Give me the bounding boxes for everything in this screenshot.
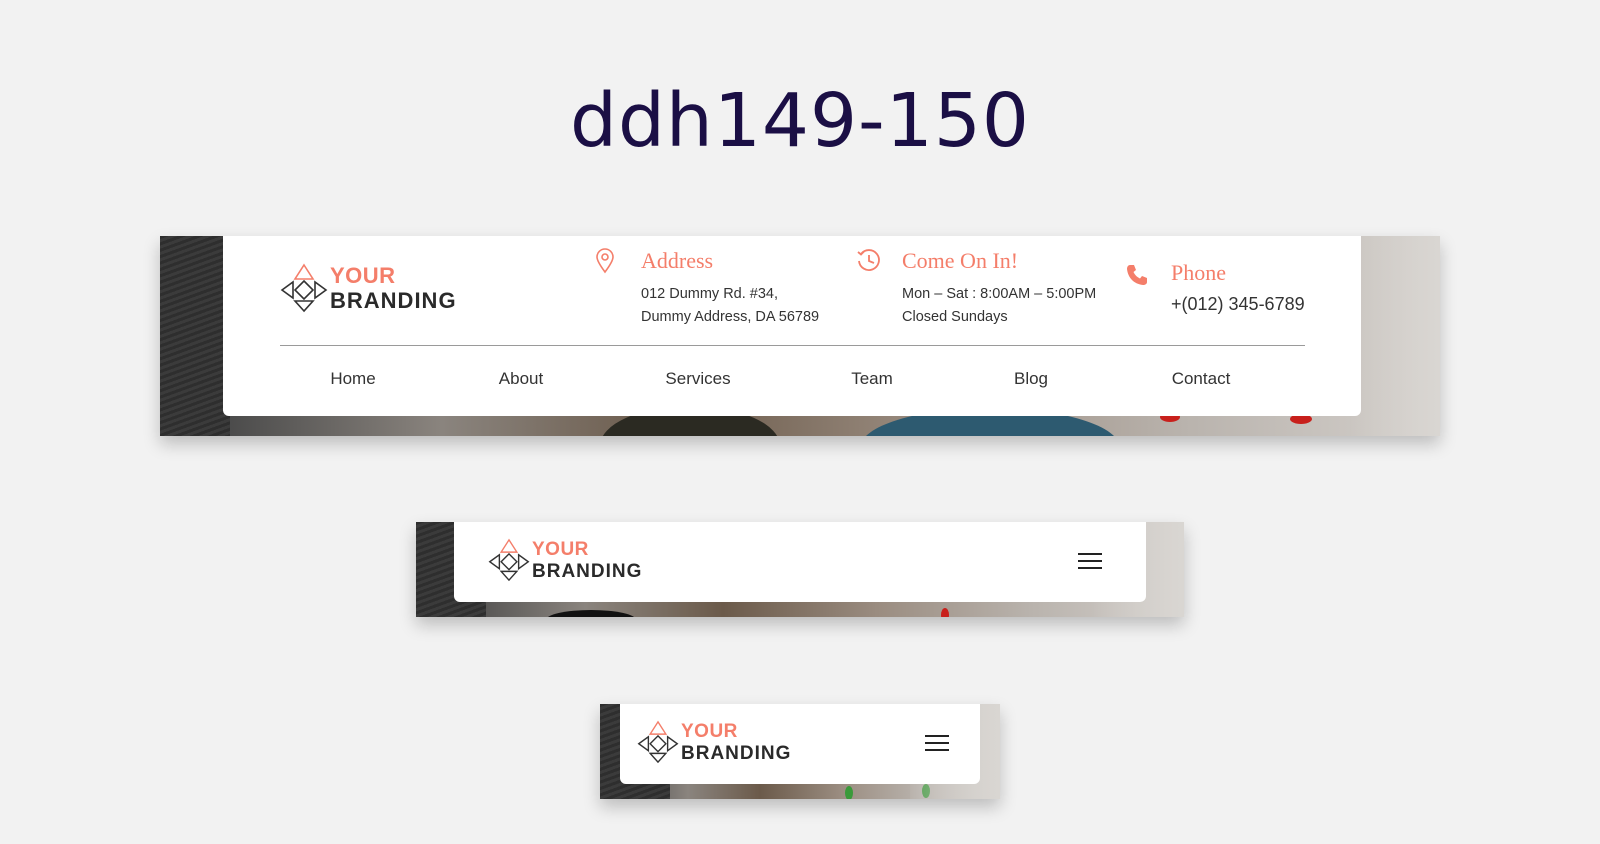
mobile-preview: YOUR BRANDING	[600, 704, 1000, 799]
logo-text-your: YOUR	[681, 720, 738, 742]
logo[interactable]: YOUR BRANDING	[637, 720, 791, 764]
hamburger-menu-icon[interactable]	[925, 735, 949, 751]
hamburger-menu-icon[interactable]	[1078, 553, 1102, 569]
desktop-header: YOUR BRANDING Address 012 Dummy Rd. #34,…	[223, 236, 1361, 416]
phone-title: Phone	[1171, 260, 1226, 285]
logo-text-branding: BRANDING	[330, 287, 457, 313]
phone-number[interactable]: +(012) 345-6789	[1171, 292, 1305, 316]
phone-icon	[1127, 265, 1147, 285]
logo-mark-icon	[280, 263, 328, 313]
hours-block: Come On In! Mon – Sat : 8:00AM – 5:00PM …	[856, 248, 1096, 329]
logo-text-branding: BRANDING	[681, 742, 792, 764]
hours-title: Come On In!	[902, 248, 1019, 273]
desktop-preview: YOUR BRANDING Address 012 Dummy Rd. #34,…	[160, 236, 1440, 436]
map-pin-icon	[596, 248, 614, 274]
logo[interactable]: YOUR BRANDING	[280, 263, 457, 313]
logo-mark-icon	[637, 720, 679, 764]
phone-block: Phone +(012) 345-6789	[1125, 260, 1305, 316]
address-line-2: Dummy Address, DA 56789	[641, 309, 820, 325]
header-divider	[280, 345, 1305, 346]
nav-item-home[interactable]: Home	[330, 369, 375, 389]
hours-line-1: Mon – Sat : 8:00AM – 5:00PM	[902, 286, 1097, 302]
nav-item-contact[interactable]: Contact	[1172, 369, 1231, 389]
logo-text-branding: BRANDING	[532, 560, 643, 582]
address-block: Address 012 Dummy Rd. #34, Dummy Address…	[595, 248, 819, 329]
logo-text-your: YOUR	[532, 538, 589, 560]
nav-item-blog[interactable]: Blog	[1014, 369, 1048, 389]
logo[interactable]: YOUR BRANDING	[488, 538, 642, 582]
clock-icon	[857, 249, 880, 271]
nav-item-services[interactable]: Services	[665, 369, 730, 389]
address-title: Address	[641, 248, 714, 273]
nav-item-team[interactable]: Team	[851, 369, 893, 389]
logo-mark-icon	[488, 538, 530, 582]
mobile-header: YOUR BRANDING	[620, 704, 980, 784]
hours-line-2: Closed Sundays	[902, 309, 1008, 325]
page-title: ddh149-150	[569, 78, 1031, 164]
address-line-1: 012 Dummy Rd. #34,	[641, 286, 779, 302]
logo-text-your: YOUR	[330, 262, 396, 288]
nav-item-about[interactable]: About	[499, 369, 543, 389]
tablet-header: YOUR BRANDING	[454, 522, 1146, 602]
tablet-preview: YOUR BRANDING	[416, 522, 1184, 617]
